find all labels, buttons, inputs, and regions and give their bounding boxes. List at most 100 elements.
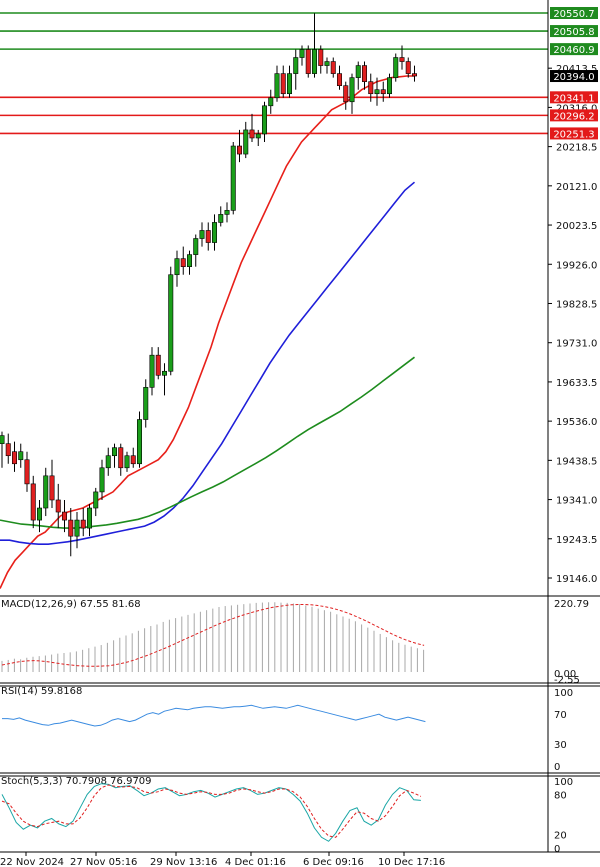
candle	[24, 451, 30, 492]
stoch-d-line	[1, 784, 422, 838]
candle-body	[343, 85, 349, 103]
candle	[155, 347, 161, 380]
candle	[5, 433, 11, 464]
candle-body	[30, 483, 36, 521]
time-tick-label: 29 Nov 13:16	[150, 857, 217, 867]
candle-body	[36, 507, 42, 521]
candle	[255, 129, 261, 147]
support-label: 20341.1	[553, 93, 594, 104]
stoch-panel: Stoch(5,3,3) 70.7908 76.9709 10080200	[1, 776, 573, 855]
candle-body	[330, 61, 336, 74]
candle	[180, 246, 186, 275]
candle	[130, 447, 136, 468]
rsi-axis-label: 0	[554, 762, 560, 773]
rsi-axis-label: 100	[554, 688, 573, 699]
macd-panel: MACD(12,26,9) 67.55 81.68 220.790.00-2.5…	[1, 599, 589, 686]
candle-body	[12, 451, 18, 465]
stoch-axis-label: 80	[554, 790, 567, 801]
candle-body	[74, 519, 80, 537]
price-tick-label: 19341.0	[556, 496, 597, 507]
candle	[393, 53, 399, 82]
candle-body	[393, 57, 399, 78]
candle	[330, 57, 336, 78]
candle	[187, 250, 193, 275]
candle-body	[174, 258, 180, 276]
price-tick-label: 19828.5	[556, 299, 597, 310]
candle-body	[168, 274, 174, 372]
candle-body	[155, 354, 161, 376]
candle	[224, 202, 230, 223]
candle-body	[230, 145, 236, 211]
candle	[87, 503, 93, 537]
candle-body	[349, 77, 355, 103]
price-tick-label: 20121.0	[556, 182, 597, 193]
stoch-axis-label: 20	[554, 831, 567, 842]
candle-body	[49, 475, 55, 501]
candle	[124, 451, 130, 472]
candle-body	[274, 73, 280, 99]
candle	[55, 483, 61, 529]
resistance-label: 20460.9	[553, 45, 594, 56]
candle-body	[43, 475, 49, 509]
time-tick-label: 10 Dec 17:16	[378, 857, 445, 867]
candle	[293, 49, 299, 90]
rsi-line	[2, 704, 426, 727]
candle-body	[205, 230, 211, 243]
candle-body	[324, 61, 330, 66]
candle-body	[149, 354, 155, 388]
candle	[324, 57, 330, 74]
macd-label: MACD(12,26,9) 67.55 81.68	[1, 599, 141, 610]
price-tick-label: 19146.0	[556, 574, 597, 585]
candle	[199, 222, 205, 247]
candle	[162, 363, 168, 396]
candle	[12, 441, 18, 472]
candle	[118, 443, 124, 476]
candle	[36, 499, 42, 533]
candle-body	[237, 145, 243, 155]
candle-body	[224, 210, 230, 215]
candle-body	[374, 89, 380, 95]
candle	[261, 101, 267, 142]
rsi-panel: RSI(14) 59.8168 100 70 30 0	[1, 686, 573, 773]
candle-body	[280, 73, 286, 95]
candle-body	[99, 467, 105, 493]
candle-body	[80, 519, 86, 529]
candle-body	[405, 61, 411, 74]
candle-body	[305, 49, 311, 74]
candle	[80, 508, 86, 537]
candle	[237, 129, 243, 163]
candle	[349, 73, 355, 114]
candle-body	[187, 254, 193, 267]
price-tick-label: 19731.0	[556, 339, 597, 350]
candle	[305, 45, 311, 78]
candle	[336, 65, 342, 90]
candle	[93, 487, 99, 517]
stoch-axis-label: 0	[554, 844, 560, 855]
candle-body	[268, 97, 274, 107]
candle-body	[386, 77, 392, 95]
candle	[405, 57, 411, 78]
candle-body	[193, 238, 199, 255]
candle-body	[399, 57, 405, 62]
price-tick-label: 19438.5	[556, 456, 597, 467]
candle	[30, 475, 36, 529]
candle-body	[162, 370, 168, 376]
candle	[355, 61, 361, 90]
candle	[43, 467, 49, 517]
candle	[137, 411, 143, 468]
candle	[18, 443, 24, 468]
candle	[274, 65, 280, 102]
candle	[212, 214, 218, 251]
rsi-axis-label: 70	[554, 710, 567, 721]
candle	[343, 81, 349, 110]
price-tick-label: 19926.0	[556, 260, 597, 271]
candle-body	[368, 81, 374, 95]
candle-body	[180, 258, 186, 267]
candle-body	[355, 65, 361, 78]
candle	[380, 81, 386, 102]
candle-body	[24, 459, 30, 485]
candle	[49, 459, 55, 509]
candle	[230, 141, 236, 215]
candle	[243, 121, 249, 159]
price-tick-label: 19536.0	[556, 417, 597, 428]
